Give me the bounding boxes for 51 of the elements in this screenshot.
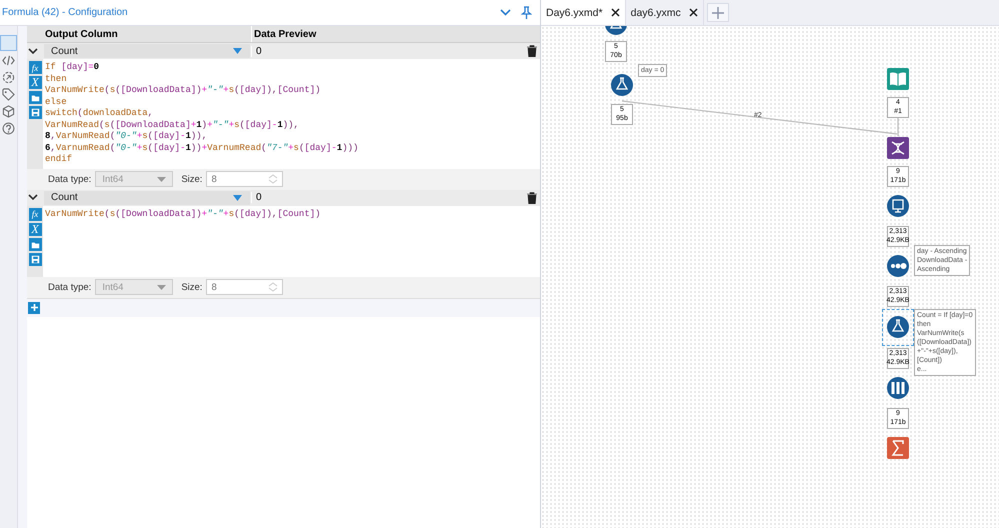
flask-icon[interactable]: [882, 309, 914, 346]
plus-icon: [712, 6, 724, 18]
function-button[interactable]: fx: [28, 208, 42, 220]
add-button[interactable]: [28, 302, 40, 314]
code-line: switch(downloadData,: [45, 108, 154, 120]
column-dropdown[interactable]: Count: [44, 44, 250, 58]
data-type-label: Data type:: [48, 174, 92, 184]
chevron-icon[interactable]: [28, 194, 38, 201]
data-preview-cell: 0: [251, 46, 524, 56]
expression-editor[interactable]: VarNumWrite(s([DownloadData])+"-"+s([day]),[Count]): [43, 206, 540, 276]
code-line: 8,VarNumRead("0-"+s([day]-1)),: [45, 131, 208, 142]
pin-icon[interactable]: [521, 6, 532, 19]
code-line: 6,VarnumRead("0-"+s([day]-1))+VarnumRead("7-"+s([day]-1))): [45, 142, 360, 154]
code-line: VarNumRead(s([DownloadData]+1)+"-"+s([day]-1)),: [45, 120, 300, 131]
code-line: then: [45, 74, 68, 85]
tag-icon[interactable]: [2, 88, 15, 101]
data-preview-cell: 0: [251, 192, 524, 203]
target-icon[interactable]: [2, 71, 15, 84]
code-line: else: [45, 96, 68, 108]
code-line: If [day]=0: [45, 62, 100, 74]
chevron-icon[interactable]: [28, 48, 38, 54]
variable-button[interactable]: X: [28, 76, 42, 89]
variable-button[interactable]: X: [28, 222, 42, 236]
trash-icon[interactable]: [527, 192, 537, 204]
caret-icon: [233, 194, 242, 200]
panel-title: Formula (42) - Configuration: [2, 7, 129, 18]
code-line: VarNumWrite(s([DownloadData])+"-"+s([day]),[Count]): [45, 85, 322, 96]
close-icon[interactable]: [610, 8, 620, 17]
size-label: Size:: [181, 282, 202, 292]
size-field[interactable]: 8: [206, 171, 284, 187]
column-header: Data Preview: [251, 26, 524, 42]
caret-icon: [157, 284, 166, 290]
document-tab[interactable]: day6.yxmc: [626, 0, 704, 25]
new-tab-button[interactable]: [706, 3, 729, 22]
chevron-down-icon[interactable]: [500, 9, 511, 16]
close-icon[interactable]: [688, 8, 698, 17]
code-line: VarNumWrite(s([DownloadData])+"-"+s([day]),[Count]): [45, 208, 322, 220]
column-dropdown[interactable]: Count: [44, 190, 250, 204]
code-line: endif: [45, 154, 74, 166]
caret-icon: [233, 48, 242, 54]
size-field[interactable]: 8: [206, 279, 284, 295]
column-header: Output Column: [44, 28, 119, 42]
document-tab[interactable]: Day6.yxmd*: [541, 0, 626, 25]
trash-icon[interactable]: [527, 45, 537, 57]
caret-icon: [157, 176, 166, 182]
code-icon[interactable]: [2, 54, 15, 67]
data-type-label: Data type:: [48, 282, 92, 292]
size-label: Size:: [181, 174, 202, 184]
function-button[interactable]: fx: [28, 61, 42, 74]
help-icon[interactable]: [2, 122, 15, 135]
cube-icon[interactable]: [2, 105, 15, 118]
